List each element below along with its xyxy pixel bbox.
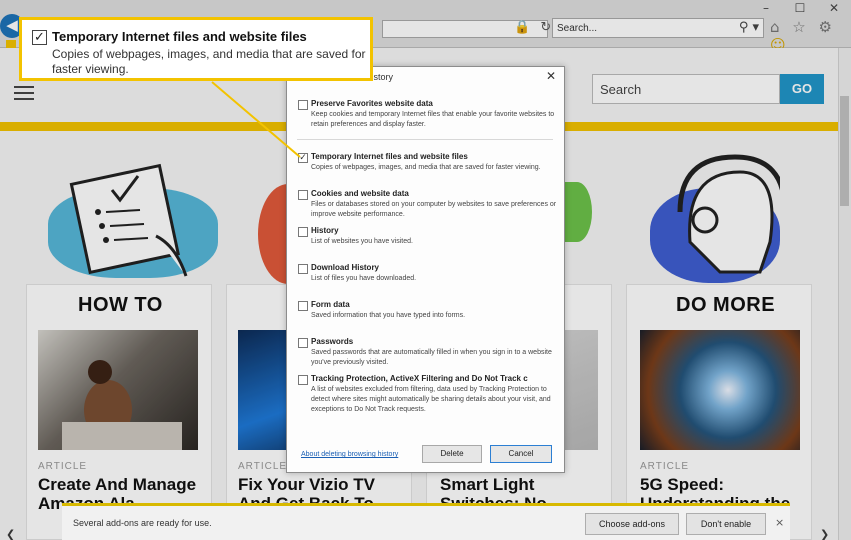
addons-notification-bar: Several add-ons are ready for use. Choos… <box>62 503 790 540</box>
notification-close-icon[interactable]: × <box>775 516 784 529</box>
callout-pointer-line <box>211 81 301 158</box>
notification-message: Several add-ons are ready for use. <box>73 518 212 528</box>
scroll-left-icon[interactable]: ❮ <box>6 528 15 540</box>
dont-enable-button[interactable]: Don't enable <box>686 513 766 535</box>
callout-description: Copies of webpages, images, and media th… <box>52 47 366 76</box>
callout-highlight: ✓ Temporary Internet files and website f… <box>19 17 373 81</box>
scroll-right-icon[interactable]: ❯ <box>820 528 829 540</box>
callout-checkbox-icon: ✓ <box>32 30 47 45</box>
callout-title: Temporary Internet files and website fil… <box>52 29 307 44</box>
choose-addons-button[interactable]: Choose add-ons <box>585 513 679 535</box>
